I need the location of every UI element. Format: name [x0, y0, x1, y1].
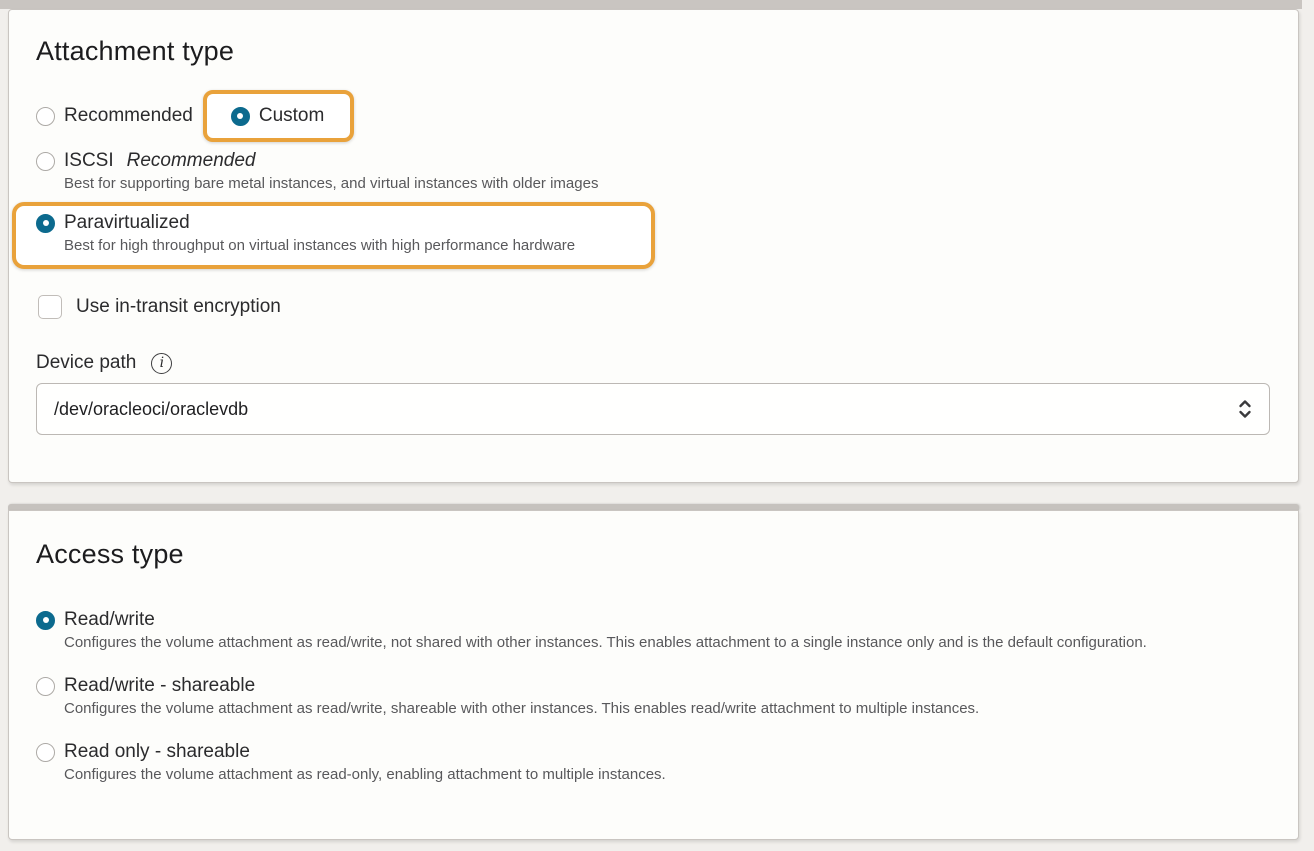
in-transit-encryption-row[interactable]: Use in-transit encryption — [38, 295, 1270, 319]
device-path-select[interactable]: /dev/oracleoci/oraclevdb — [36, 383, 1270, 435]
radio-option-read-write[interactable]: Read/write — [36, 609, 1270, 631]
radio-read-write[interactable] — [36, 611, 55, 630]
access-type-card: Access type Read/write Configures the vo… — [8, 510, 1299, 840]
radio-option-iscsi-block: ISCSI Recommended Best for supporting ba… — [36, 150, 1270, 192]
radio-option-read-only-shareable[interactable]: Read only - shareable — [36, 741, 1270, 763]
radio-read-only-shareable[interactable] — [36, 743, 55, 762]
radio-option-read-only-shareable-block: Read only - shareable Configures the vol… — [36, 741, 1270, 783]
attachment-type-card: Attachment type Recommended Custom ISCSI… — [8, 9, 1299, 483]
custom-option-highlight-annotation: Custom — [203, 90, 354, 142]
radio-recommended[interactable] — [36, 107, 55, 126]
read-write-shareable-description: Configures the volume attachment as read… — [64, 700, 1270, 717]
radio-option-iscsi[interactable]: ISCSI Recommended — [36, 150, 1270, 172]
iscsi-description: Best for supporting bare metal instances… — [64, 175, 1270, 192]
in-transit-encryption-checkbox[interactable] — [38, 295, 62, 319]
in-transit-encryption-label: Use in-transit encryption — [76, 296, 281, 318]
radio-custom-label: Custom — [259, 105, 324, 127]
radio-read-only-shareable-label: Read only - shareable — [64, 741, 250, 763]
paravirtualized-description: Best for high throughput on virtual inst… — [64, 237, 639, 254]
read-only-shareable-description: Configures the volume attachment as read… — [64, 766, 1270, 783]
radio-iscsi[interactable] — [36, 152, 55, 171]
radio-read-write-shareable-label: Read/write - shareable — [64, 675, 255, 697]
radio-paravirtualized[interactable] — [36, 214, 55, 233]
paravirtualized-highlight-annotation: Paravirtualized Best for high throughput… — [12, 202, 655, 269]
radio-option-read-write-shareable-block: Read/write - shareable Configures the vo… — [36, 675, 1270, 717]
attachment-type-choice-row: Recommended Custom — [36, 90, 1270, 142]
device-path-label-row: Device path i — [36, 352, 1270, 374]
attachment-type-title: Attachment type — [36, 36, 1270, 66]
radio-custom[interactable] — [231, 107, 250, 126]
radio-option-custom[interactable]: Custom — [231, 105, 324, 127]
radio-iscsi-label: ISCSI — [64, 150, 114, 172]
radio-option-paravirtualized[interactable]: Paravirtualized — [36, 212, 639, 234]
access-type-title: Access type — [36, 539, 1270, 569]
info-icon[interactable]: i — [151, 353, 172, 374]
radio-read-write-label: Read/write — [64, 609, 155, 631]
select-stepper-icon[interactable] — [1237, 397, 1253, 421]
device-path-selected-value: /dev/oracleoci/oraclevdb — [54, 399, 248, 420]
radio-option-recommended[interactable]: Recommended — [36, 105, 193, 127]
iscsi-recommended-badge: Recommended — [127, 150, 256, 172]
radio-option-read-write-block: Read/write Configures the volume attachm… — [36, 609, 1270, 651]
device-path-label: Device path — [36, 352, 136, 374]
top-edge-strip — [0, 0, 1302, 9]
radio-recommended-label: Recommended — [64, 105, 193, 127]
radio-read-write-shareable[interactable] — [36, 677, 55, 696]
read-write-description: Configures the volume attachment as read… — [64, 634, 1270, 651]
radio-paravirtualized-label: Paravirtualized — [64, 212, 190, 234]
radio-option-read-write-shareable[interactable]: Read/write - shareable — [36, 675, 1270, 697]
